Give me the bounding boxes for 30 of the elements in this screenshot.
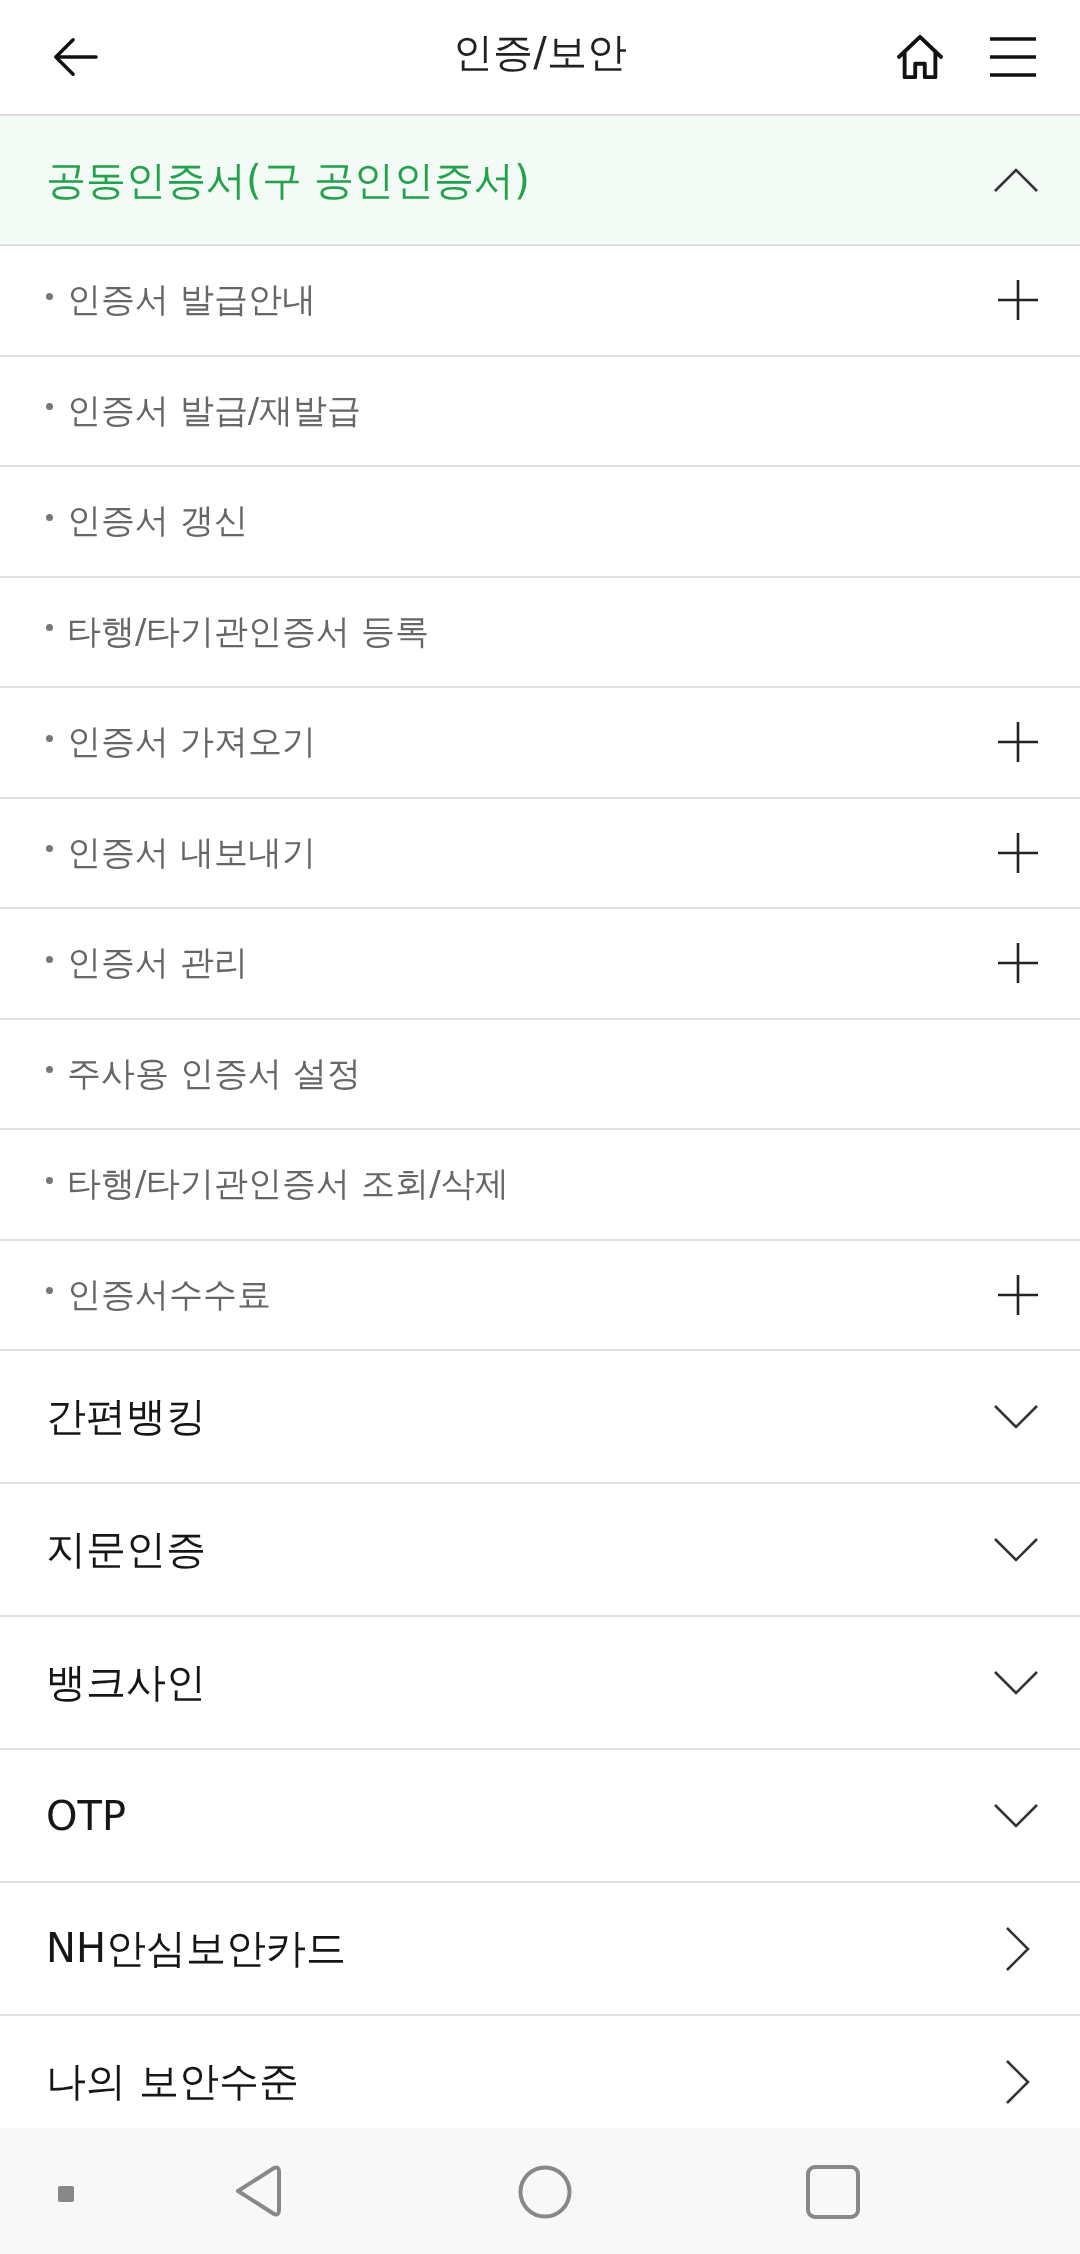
bullet-icon (46, 624, 53, 632)
bullet-icon (46, 292, 53, 300)
chevron-down-icon (994, 1670, 1038, 1695)
home-icon[interactable] (896, 33, 944, 81)
plus-icon (998, 832, 1038, 873)
page-title: 인증/보안 (453, 28, 627, 78)
menu-item[interactable]: 공동인증서(구 공인인증서) (0, 116, 1080, 246)
chevron-down-icon (994, 1803, 1038, 1828)
plus-icon (998, 280, 1038, 321)
menu-icon[interactable] (990, 37, 1036, 77)
chevron-right-icon (1006, 1926, 1030, 1971)
recent-apps-icon[interactable] (806, 2165, 860, 2219)
home-circle-icon[interactable] (518, 2165, 572, 2219)
chevron-up-icon (994, 168, 1038, 192)
bullet-icon (46, 1176, 53, 1184)
bullet-icon (46, 1066, 53, 1074)
back-triangle-icon[interactable] (234, 2165, 282, 2217)
chevron-down-icon (994, 1404, 1038, 1429)
back-arrow-icon[interactable] (52, 37, 98, 77)
plus-icon (998, 943, 1038, 984)
plus-icon (998, 1274, 1038, 1315)
chevron-right-icon (1006, 2059, 1030, 2104)
bullet-icon (46, 845, 53, 853)
bullet-icon (46, 513, 53, 521)
bullet-icon (46, 1287, 53, 1295)
bullet-icon (46, 403, 53, 411)
plus-icon (998, 722, 1038, 763)
chevron-down-icon (994, 1537, 1038, 1562)
bullet-icon (46, 955, 53, 963)
bullet-icon (46, 734, 53, 742)
